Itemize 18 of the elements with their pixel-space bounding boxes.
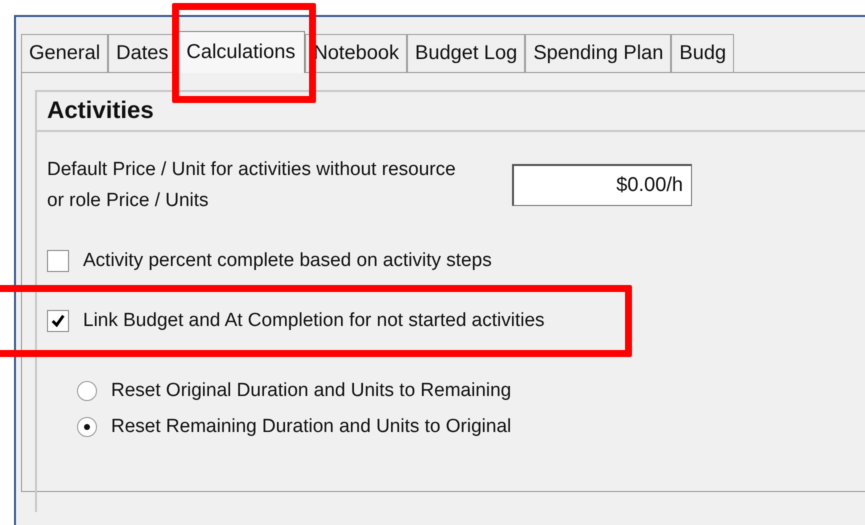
radio-label[interactable]: Reset Remaining Duration and Units to Original [111, 416, 512, 438]
section-title: Activities [47, 97, 154, 125]
radio-label[interactable]: Reset Original Duration and Units to Remaining [111, 380, 512, 402]
tab[interactable]: Calculations [176, 31, 306, 73]
radio-button[interactable] [77, 381, 97, 401]
tab[interactable]: General [21, 34, 108, 72]
tab[interactable]: Budget Log [406, 34, 526, 72]
checkbox-label[interactable]: Link Budget and At Completion for not started activities [83, 310, 545, 332]
checkbox[interactable] [47, 310, 69, 332]
tab[interactable]: Notebook [305, 34, 407, 72]
radio-button[interactable] [77, 417, 97, 437]
checkbox[interactable] [47, 250, 69, 272]
tab[interactable]: Budg [671, 34, 734, 72]
tab[interactable]: Spending Plan [525, 34, 672, 72]
checkbox-label[interactable]: Activity percent complete based on activity steps [83, 250, 492, 272]
check-icon [50, 313, 66, 329]
field-label: Default Price / Unit for activities without resource or role Price / Units [47, 158, 457, 213]
price-field[interactable]: $0.00/h [512, 164, 692, 206]
